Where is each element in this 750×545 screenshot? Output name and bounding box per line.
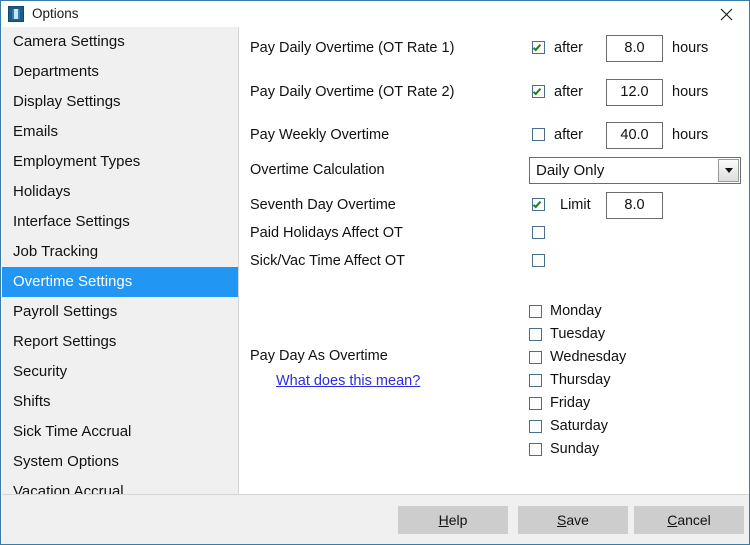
sidebar-item-label: Report Settings [13,333,117,350]
friday-checkbox[interactable] [529,397,542,410]
seventh-day-overtime-checkbox[interactable] [532,198,545,211]
sidebar-item-payroll-settings[interactable]: Payroll Settings [2,297,238,327]
sidebar-item-emails[interactable]: Emails [2,117,238,147]
save-button[interactable]: Save [518,506,628,534]
sidebar-item-camera-settings[interactable]: Camera Settings [2,27,238,57]
sidebar-item-overtime-settings[interactable]: Overtime Settings [2,267,238,297]
pay-day-as-overtime-label: Pay Day As Overtime [250,348,388,364]
settings-category-list[interactable]: Camera Settings Departments Display Sett… [2,27,239,520]
weekly-overtime-row: Pay Weekly Overtime after 40.0 hours [240,122,749,149]
sidebar-item-label: Display Settings [13,93,121,110]
help-button-label: elp [448,512,468,528]
weekly-overtime-qualifier: after [554,127,584,143]
help-button-accel: H [438,512,449,528]
weekly-overtime-unit: hours [672,127,709,143]
ot-rate-2-checkbox[interactable] [532,85,545,98]
sidebar-item-label: Sick Time Accrual [13,423,132,440]
title-bar: Options [1,1,749,27]
sunday-checkbox[interactable] [529,443,542,456]
save-button-accel: S [557,512,567,528]
friday-label: Friday [550,395,591,411]
chevron-down-icon[interactable] [718,159,739,182]
sidebar-item-label: System Options [13,453,119,470]
sidebar-item-label: Employment Types [13,153,141,170]
ot-rate-1-qualifier: after [554,40,584,56]
monday-checkbox[interactable] [529,305,542,318]
sidebar-item-security[interactable]: Security [2,357,238,387]
sidebar-item-interface-settings[interactable]: Interface Settings [2,207,238,237]
ot-rate-2-hours-input[interactable]: 12.0 [606,79,663,106]
sidebar-item-label: Job Tracking [13,243,99,260]
sick-vac-row: Sick/Vac Time Affect OT [240,249,749,273]
sidebar-item-sick-time-accrual[interactable]: Sick Time Accrual [2,417,238,447]
tuesday-label: Tuesday [550,326,606,342]
window-title: Options [32,6,79,21]
sidebar-item-label: Camera Settings [13,33,125,50]
sidebar-item-display-settings[interactable]: Display Settings [2,87,238,117]
close-button[interactable] [703,1,749,27]
thursday-label: Thursday [550,372,611,388]
seventh-day-limit-label: Limit [560,197,591,213]
sidebar-item-label: Holidays [13,183,71,200]
what-does-this-mean-link[interactable]: What does this mean? [276,373,420,389]
ot-rate-1-checkbox[interactable] [532,41,545,54]
seventh-day-overtime-row: Seventh Day Overtime Limit 8.0 [240,192,749,219]
wednesday-label: Wednesday [550,349,627,365]
cancel-button-label: ancel [677,512,711,528]
dialog-footer: Help Save Cancel [2,494,749,544]
sick-vac-checkbox[interactable] [532,254,545,267]
overtime-settings-panel: Pay Daily Overtime (OT Rate 1) after 8.0… [240,27,749,494]
sidebar-item-job-tracking[interactable]: Job Tracking [2,237,238,267]
ot-rate-1-row: Pay Daily Overtime (OT Rate 1) after 8.0… [240,35,749,62]
sidebar-item-system-options[interactable]: System Options [2,447,238,477]
options-window-icon [8,6,24,22]
sidebar-item-employment-types[interactable]: Employment Types [2,147,238,177]
sidebar-item-label: Payroll Settings [13,303,118,320]
ot-rate-2-unit: hours [672,84,709,100]
sidebar-item-report-settings[interactable]: Report Settings [2,327,238,357]
sunday-label: Sunday [550,441,600,457]
tuesday-checkbox[interactable] [529,328,542,341]
sidebar-item-holidays[interactable]: Holidays [2,177,238,207]
ot-rate-2-row: Pay Daily Overtime (OT Rate 2) after 12.… [240,79,749,106]
paid-holidays-row: Paid Holidays Affect OT [240,221,749,245]
sidebar-item-label: Departments [13,63,99,80]
weekly-overtime-label: Pay Weekly Overtime [250,127,390,143]
options-dialog-window: Options Camera Settings Departments Disp… [0,0,750,545]
sick-vac-label: Sick/Vac Time Affect OT [250,253,405,269]
sidebar-item-label: Overtime Settings [13,273,133,290]
sidebar-item-label: Emails [13,123,59,140]
overtime-calculation-value: Daily Only [536,162,605,179]
overtime-calculation-row: Overtime Calculation Daily Only [240,157,749,184]
seventh-day-limit-input[interactable]: 8.0 [606,192,663,219]
ot-rate-2-qualifier: after [554,84,584,100]
sidebar-item-label: Security [13,363,68,380]
saturday-label: Saturday [550,418,609,434]
ot-rate-1-unit: hours [672,40,709,56]
overtime-calculation-select[interactable]: Daily Only [529,157,741,184]
sidebar-item-shifts[interactable]: Shifts [2,387,238,417]
save-button-label: ave [566,512,589,528]
help-button[interactable]: Help [398,506,508,534]
cancel-button-accel: C [667,512,678,528]
weekly-overtime-hours-input[interactable]: 40.0 [606,122,663,149]
close-icon [720,8,732,20]
ot-rate-1-hours-input[interactable]: 8.0 [606,35,663,62]
paid-holidays-checkbox[interactable] [532,226,545,239]
thursday-checkbox[interactable] [529,374,542,387]
sidebar-item-label: Shifts [13,393,51,410]
sidebar-item-label: Interface Settings [13,213,130,230]
monday-label: Monday [550,303,602,319]
saturday-checkbox[interactable] [529,420,542,433]
overtime-calculation-label: Overtime Calculation [250,162,385,178]
ot-rate-2-label: Pay Daily Overtime (OT Rate 2) [250,84,455,100]
wednesday-checkbox[interactable] [529,351,542,364]
paid-holidays-label: Paid Holidays Affect OT [250,225,403,241]
cancel-button[interactable]: Cancel [634,506,744,534]
weekly-overtime-checkbox[interactable] [532,128,545,141]
ot-rate-1-label: Pay Daily Overtime (OT Rate 1) [250,40,455,56]
sidebar-item-departments[interactable]: Departments [2,57,238,87]
seventh-day-overtime-label: Seventh Day Overtime [250,197,396,213]
